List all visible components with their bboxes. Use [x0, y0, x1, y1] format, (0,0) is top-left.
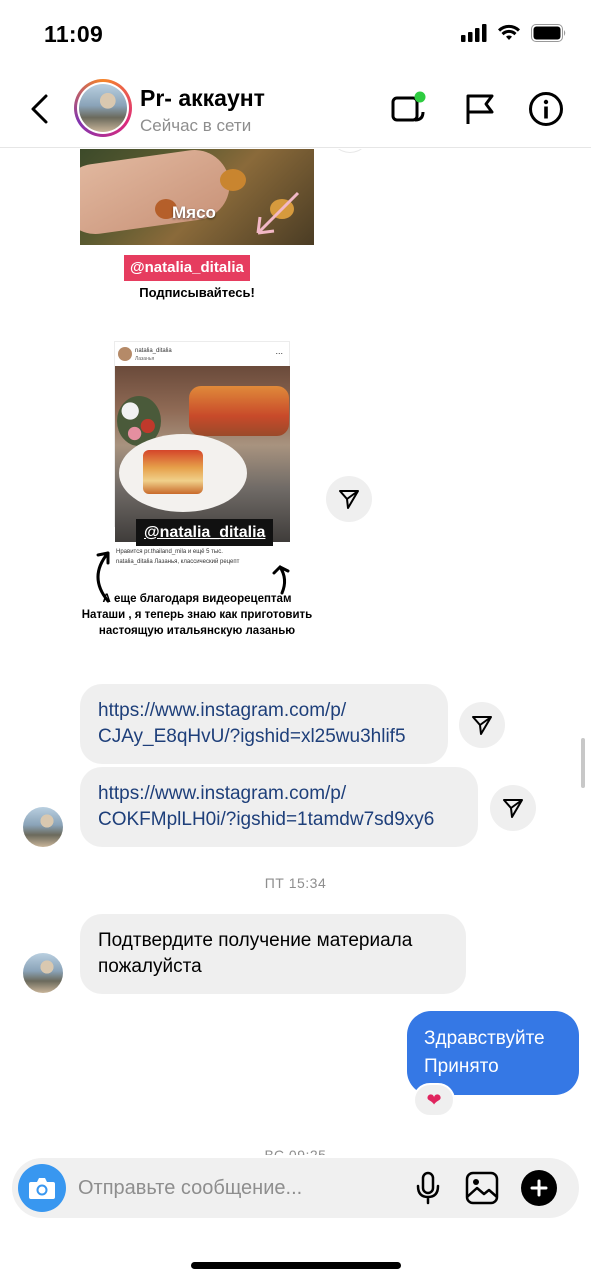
video-call-icon[interactable]	[389, 90, 427, 128]
link-2-line2[interactable]: COKFMplLH0i/?igshid=1tamdw7sd9xy6	[98, 807, 460, 833]
embedded-post: natalia_ditalia Лазанья ...	[114, 341, 290, 542]
outgoing-message-line1: Здравствуйте	[424, 1028, 545, 1049]
microphone-icon	[416, 1171, 440, 1205]
post-username: natalia_ditalia	[135, 348, 172, 354]
post-photo	[115, 366, 290, 542]
story-overlay-caption: Мясо	[172, 203, 216, 222]
more-actions-button[interactable]	[521, 1170, 557, 1206]
message-input[interactable]	[78, 1174, 398, 1202]
sender-avatar[interactable]	[23, 807, 63, 847]
wifi-icon	[498, 24, 520, 40]
post-subtitle: Лазанья	[135, 356, 155, 362]
incoming-message-line2: пожалуйста	[98, 956, 202, 977]
incoming-message[interactable]: Подтвердите получение материала пожалуйс…	[80, 914, 466, 994]
signal-icon	[461, 24, 487, 42]
microphone-button[interactable]	[410, 1170, 446, 1206]
link-1-line1[interactable]: https://www.instagram.com/p/	[98, 698, 430, 724]
info-icon[interactable]	[527, 90, 565, 128]
contact-avatar[interactable]	[74, 79, 132, 137]
chat-header: Pr- аккаунт Сейчас в сети	[0, 70, 591, 148]
message-composer	[12, 1158, 579, 1218]
camera-button[interactable]	[18, 1164, 66, 1212]
share-story-2-button[interactable]	[326, 476, 372, 522]
flag-icon[interactable]	[460, 90, 498, 128]
status-bar: 11:09	[0, 0, 591, 70]
status-time: 11:09	[44, 21, 104, 47]
gallery-icon	[465, 1171, 499, 1205]
story-1-footer-text: Подписывайтесь!	[139, 285, 255, 300]
gallery-button[interactable]	[464, 1170, 500, 1206]
contact-name[interactable]: Pr- аккаунт	[140, 85, 265, 112]
scrollbar[interactable]	[581, 738, 585, 788]
link-message-2[interactable]: https://www.instagram.com/p/ COKFMplLH0i…	[80, 767, 478, 847]
plus-icon	[530, 1179, 548, 1197]
story-1-mention-tag[interactable]: @natalia_ditalia	[124, 255, 250, 281]
link-2-line1[interactable]: https://www.instagram.com/p/	[98, 781, 460, 807]
link-1-line2[interactable]: CJAy_E8qHvU/?igshid=xl25wu3hlif5	[98, 724, 430, 750]
incoming-message-line1: Подтвердите получение материала	[98, 930, 413, 951]
arrow-doodle-icon	[256, 191, 300, 235]
back-icon[interactable]	[26, 90, 56, 128]
sender-avatar[interactable]	[23, 953, 63, 993]
timestamp: ПТ 15:34	[264, 875, 327, 891]
post-caption: natalia_ditalia Лазанья, классический ре…	[116, 559, 240, 565]
shared-story-2[interactable]: natalia_ditalia Лазанья ... @natalia_dit…	[80, 335, 314, 665]
outgoing-message-line2: Принято	[424, 1056, 499, 1077]
chat-thread[interactable]: Мясо @natalia_ditalia Подписывайтесь! na…	[0, 149, 591, 1155]
home-indicator	[191, 1262, 401, 1269]
post-more-icon: ...	[275, 346, 283, 356]
heart-reaction[interactable]: ❤	[413, 1083, 455, 1117]
post-likes: Нравится pr.thailand_mila и ещё 5 тыс.	[116, 549, 223, 555]
share-link-1-button[interactable]	[459, 702, 505, 748]
story-2-caption: А еще благодаря видеорецептам Наташи , я…	[81, 593, 313, 637]
send-icon	[472, 716, 492, 735]
send-icon	[339, 490, 359, 509]
link-message-1[interactable]: https://www.instagram.com/p/ CJAy_E8qHvU…	[80, 684, 448, 764]
battery-icon	[531, 24, 566, 42]
timestamp-partial: ВС 09:25	[264, 1147, 327, 1155]
reaction-chip-partial	[330, 149, 370, 153]
share-link-2-button[interactable]	[490, 785, 536, 831]
send-icon	[503, 799, 523, 818]
heart-icon: ❤	[426, 1089, 442, 1110]
story-2-mention-tag[interactable]: @natalia_ditalia	[136, 519, 274, 546]
shared-story-1[interactable]: Мясо	[80, 149, 314, 245]
status-icons	[461, 24, 567, 42]
camera-icon	[29, 1178, 55, 1199]
online-status: Сейчас в сети	[140, 116, 252, 135]
post-avatar	[118, 347, 132, 361]
